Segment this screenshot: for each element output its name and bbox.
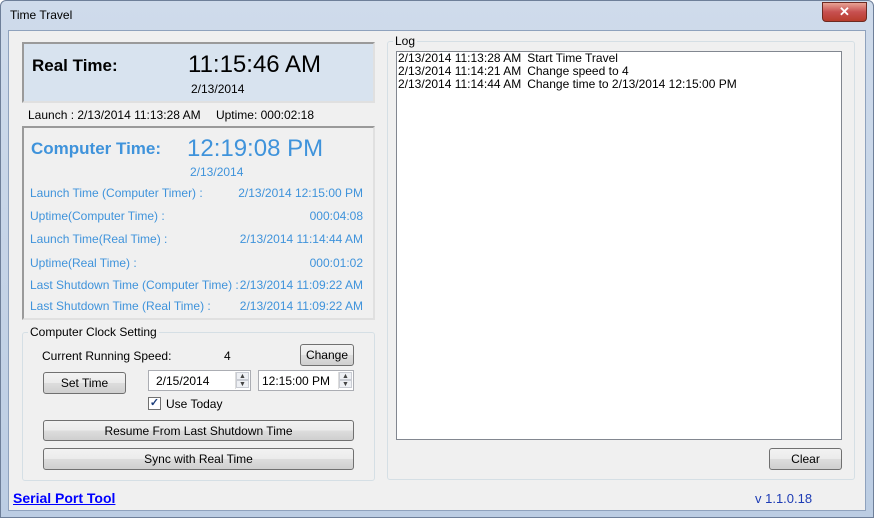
spin-down-icon[interactable]: ▼ xyxy=(236,380,249,388)
speed-label: Current Running Speed: xyxy=(42,349,172,363)
info-value: 2/13/2014 11:14:44 AM xyxy=(239,232,363,246)
log-message: Change speed to 4 xyxy=(527,64,629,78)
window-title: Time Travel xyxy=(10,8,73,22)
sync-real-time-button[interactable]: Sync with Real Time xyxy=(43,448,354,470)
use-today-label[interactable]: Use Today xyxy=(166,397,222,411)
close-button[interactable]: ✕ xyxy=(822,2,867,22)
time-spinner[interactable]: ▲ ▼ xyxy=(338,372,352,389)
info-key: Uptime(Computer Time) : xyxy=(30,209,165,223)
uptime-text: Uptime: 000:02:18 xyxy=(215,108,314,122)
clock-setting-caption: Computer Clock Setting xyxy=(28,325,159,339)
info-row-launch-computer: Launch Time (Computer Timer) : 2/13/2014… xyxy=(30,186,363,201)
use-today-checkbox[interactable]: ✓ xyxy=(148,397,161,410)
spin-down-icon[interactable]: ▼ xyxy=(339,380,352,388)
launch-text: Launch : 2/13/2014 11:13:28 AM xyxy=(28,108,201,122)
real-time-label: Real Time: xyxy=(32,56,118,75)
info-row-shutdown-computer: Last Shutdown Time (Computer Time) : 2/1… xyxy=(30,278,363,293)
computer-time-panel: Computer Time: 12:19:08 PM 2/13/2014 Lau… xyxy=(22,126,375,320)
info-row-shutdown-real: Last Shutdown Time (Real Time) : 2/13/20… xyxy=(30,299,363,314)
checkmark-icon: ✓ xyxy=(149,397,160,409)
info-value: 2/13/2014 11:09:22 AM xyxy=(239,299,363,313)
log-timestamp: 2/13/2014 11:14:44 AM xyxy=(398,77,522,91)
computer-time-date: 2/13/2014 xyxy=(190,165,244,179)
speed-value: 4 xyxy=(224,349,231,363)
computer-time-clock: 12:19:08 PM xyxy=(187,135,324,162)
app-window: Time Travel ✕ Real Time: 11:15:46 AM 2/1… xyxy=(0,0,874,518)
date-spinner[interactable]: ▲ ▼ xyxy=(235,372,249,389)
info-key: Last Shutdown Time (Real Time) : xyxy=(30,299,211,313)
real-time-clock: 11:15:46 AM xyxy=(188,51,321,78)
log-entry[interactable]: 2/13/2014 11:14:44 AM Change time to 2/13… xyxy=(398,78,842,91)
spin-up-icon[interactable]: ▲ xyxy=(236,372,249,380)
resume-shutdown-button[interactable]: Resume From Last Shutdown Time xyxy=(43,420,354,441)
serial-port-tool-link[interactable]: Serial Port Tool xyxy=(13,490,115,506)
log-message: Change time to 2/13/2014 12:15:00 PM xyxy=(527,77,737,91)
title-bar[interactable]: Time Travel ✕ xyxy=(1,1,873,31)
time-value: 12:15:00 PM xyxy=(262,374,331,388)
log-message: Start Time Travel xyxy=(527,51,618,65)
client-area: Real Time: 11:15:46 AM 2/13/2014 Launch … xyxy=(8,30,866,511)
date-picker[interactable]: 2/15/2014 ▲ ▼ xyxy=(148,370,251,391)
change-speed-button[interactable]: Change xyxy=(300,344,354,366)
info-key: Launch Time (Computer Timer) : xyxy=(30,186,203,200)
real-time-panel: Real Time: 11:15:46 AM 2/13/2014 xyxy=(22,42,375,103)
info-value: 000:01:02 xyxy=(309,256,363,270)
computer-time-label: Computer Time: xyxy=(31,139,162,158)
info-key: Last Shutdown Time (Computer Time) : xyxy=(30,278,239,292)
info-key: Uptime(Real Time) : xyxy=(30,256,137,270)
log-caption: Log xyxy=(393,34,418,48)
launch-status: Launch : 2/13/2014 11:13:28 AM Uptime: 0… xyxy=(28,108,326,122)
clear-log-button[interactable]: Clear xyxy=(769,448,842,470)
time-picker[interactable]: 12:15:00 PM ▲ ▼ xyxy=(258,370,354,391)
version-label: v 1.1.0.18 xyxy=(755,491,813,506)
set-time-button[interactable]: Set Time xyxy=(43,372,126,394)
info-value: 2/13/2014 12:15:00 PM xyxy=(238,186,363,200)
info-row-uptime-computer: Uptime(Computer Time) : 000:04:08 xyxy=(30,209,363,224)
info-row-uptime-real: Uptime(Real Time) : 000:01:02 xyxy=(30,256,363,271)
spin-up-icon[interactable]: ▲ xyxy=(339,372,352,380)
date-value: 2/15/2014 xyxy=(156,374,210,388)
real-time-date: 2/13/2014 xyxy=(191,82,245,96)
info-row-launch-real: Launch Time(Real Time) : 2/13/2014 11:14… xyxy=(30,232,363,247)
info-value: 2/13/2014 11:09:22 AM xyxy=(239,278,363,292)
info-key: Launch Time(Real Time) : xyxy=(30,232,168,246)
log-list[interactable]: 2/13/2014 11:13:28 AM Start Time Travel 2… xyxy=(396,51,842,440)
info-value: 000:04:08 xyxy=(309,209,363,223)
